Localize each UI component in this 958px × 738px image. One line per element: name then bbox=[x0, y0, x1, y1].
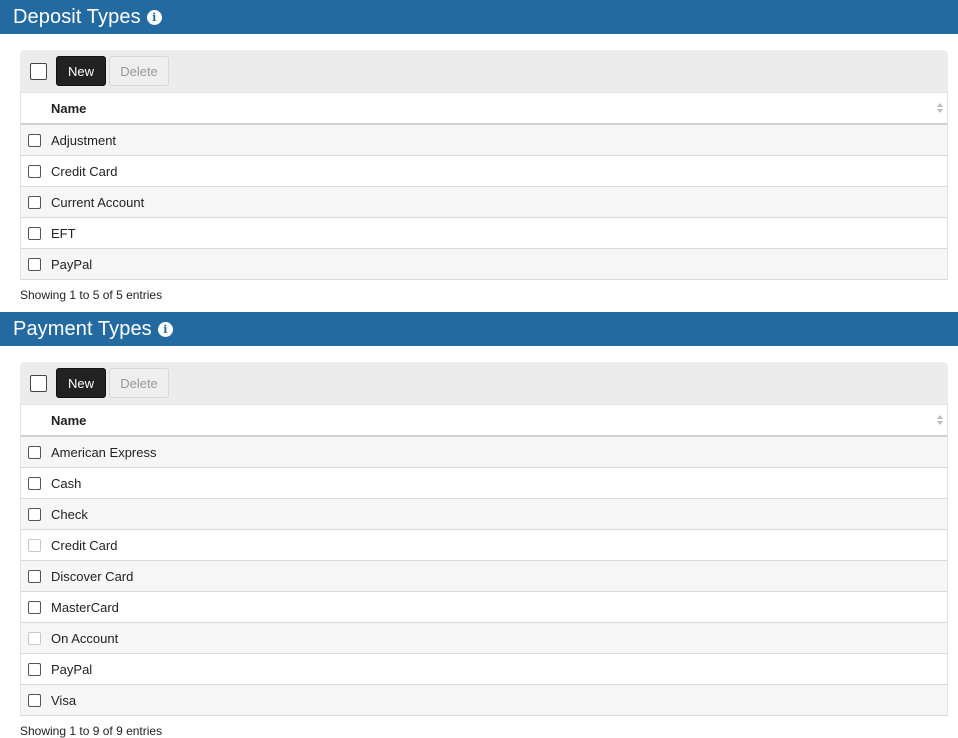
row-checkbox-cell bbox=[21, 248, 51, 280]
row-checkbox[interactable] bbox=[28, 476, 41, 490]
payment-toolbar: New Delete bbox=[20, 362, 948, 404]
table-row[interactable]: EFT bbox=[21, 217, 947, 249]
deposit-types-table: Name Adjustment Credit Card Current Accoun… bbox=[21, 92, 947, 280]
row-checkbox[interactable] bbox=[28, 257, 41, 271]
deposit-new-button[interactable]: New bbox=[56, 56, 106, 86]
row-checkbox-cell bbox=[21, 622, 51, 654]
row-checkbox[interactable] bbox=[28, 133, 41, 147]
info-icon[interactable]: i bbox=[157, 322, 173, 337]
info-icon[interactable]: i bbox=[146, 10, 162, 25]
payment-entries-info: Showing 1 to 9 of 9 entries bbox=[20, 724, 163, 738]
row-name[interactable]: Visa bbox=[51, 684, 947, 716]
row-checkbox-cell bbox=[21, 653, 51, 685]
table-row[interactable]: PayPal bbox=[21, 653, 947, 685]
row-name[interactable]: Credit Card bbox=[51, 155, 947, 187]
deposit-select-all-checkbox[interactable] bbox=[30, 62, 47, 80]
row-name[interactable]: Discover Card bbox=[51, 560, 947, 592]
name-column-header[interactable]: Name bbox=[51, 92, 947, 125]
payment-types-table: Name American Express Cash Check Credit Car… bbox=[21, 404, 947, 716]
table-row[interactable]: On Account bbox=[21, 622, 947, 654]
deposit-types-header: Deposit Types i bbox=[0, 0, 958, 34]
row-name[interactable]: Check bbox=[51, 498, 947, 530]
payment-delete-button[interactable]: Delete bbox=[109, 368, 169, 398]
row-checkbox[interactable] bbox=[28, 195, 41, 209]
row-name[interactable]: MasterCard bbox=[51, 591, 947, 623]
name-column-header[interactable]: Name bbox=[51, 404, 947, 437]
row-name[interactable]: EFT bbox=[51, 217, 947, 249]
table-row[interactable]: Current Account bbox=[21, 186, 947, 218]
row-checkbox-cell bbox=[21, 560, 51, 592]
table-row[interactable]: Credit Card bbox=[21, 155, 947, 187]
row-checkbox-cell bbox=[21, 498, 51, 530]
table-row[interactable]: Cash bbox=[21, 467, 947, 499]
row-checkbox-cell bbox=[21, 684, 51, 716]
row-checkbox[interactable] bbox=[28, 662, 41, 676]
name-column-label: Name bbox=[51, 100, 87, 116]
table-row[interactable]: Check bbox=[21, 498, 947, 530]
row-name[interactable]: On Account bbox=[51, 622, 947, 654]
sort-icon bbox=[937, 103, 943, 113]
row-checkbox-cell bbox=[21, 467, 51, 499]
row-checkbox bbox=[28, 631, 41, 645]
row-checkbox-cell bbox=[21, 155, 51, 187]
row-name[interactable]: American Express bbox=[51, 436, 947, 468]
row-checkbox[interactable] bbox=[28, 600, 41, 614]
row-name[interactable]: Credit Card bbox=[51, 529, 947, 561]
table-row[interactable]: American Express bbox=[21, 436, 947, 468]
row-name[interactable]: PayPal bbox=[51, 248, 947, 280]
table-row[interactable]: Credit Card bbox=[21, 529, 947, 561]
row-checkbox[interactable] bbox=[28, 445, 41, 459]
row-name[interactable]: Current Account bbox=[51, 186, 947, 218]
payment-select-all-checkbox[interactable] bbox=[30, 374, 47, 392]
row-checkbox[interactable] bbox=[28, 507, 41, 521]
sort-icon bbox=[937, 415, 943, 425]
row-checkbox[interactable] bbox=[28, 164, 41, 178]
payment-types-panel: New Delete Name American Express Cash Chec… bbox=[20, 362, 948, 738]
deposit-delete-button[interactable]: Delete bbox=[109, 56, 169, 86]
table-row[interactable]: MasterCard bbox=[21, 591, 947, 623]
row-checkbox-cell bbox=[21, 186, 51, 218]
row-checkbox-cell bbox=[21, 436, 51, 468]
payment-new-button[interactable]: New bbox=[56, 368, 106, 398]
deposit-types-panel: New Delete Name Adjustment Credit Card Cur… bbox=[20, 50, 948, 302]
table-row[interactable]: PayPal bbox=[21, 248, 947, 280]
row-checkbox-cell bbox=[21, 591, 51, 623]
row-checkbox-cell bbox=[21, 529, 51, 561]
table-row[interactable]: Visa bbox=[21, 684, 947, 716]
table-row[interactable]: Discover Card bbox=[21, 560, 947, 592]
row-checkbox[interactable] bbox=[28, 569, 41, 583]
deposit-entries-info: Showing 1 to 5 of 5 entries bbox=[20, 288, 163, 302]
row-checkbox bbox=[28, 538, 41, 552]
checkbox-column-header bbox=[21, 404, 51, 437]
payment-types-title: Payment Types bbox=[13, 317, 152, 340]
row-checkbox[interactable] bbox=[28, 226, 41, 240]
deposit-types-title: Deposit Types bbox=[13, 5, 141, 28]
row-checkbox-cell bbox=[21, 124, 51, 156]
table-row[interactable]: Adjustment bbox=[21, 124, 947, 156]
row-checkbox[interactable] bbox=[28, 693, 41, 707]
row-name[interactable]: Cash bbox=[51, 467, 947, 499]
checkbox-column-header bbox=[21, 92, 51, 125]
row-name[interactable]: PayPal bbox=[51, 653, 947, 685]
name-column-label: Name bbox=[51, 412, 87, 428]
payment-types-header: Payment Types i bbox=[0, 312, 958, 346]
deposit-toolbar: New Delete bbox=[20, 50, 948, 92]
row-checkbox-cell bbox=[21, 217, 51, 249]
row-name[interactable]: Adjustment bbox=[51, 124, 947, 156]
